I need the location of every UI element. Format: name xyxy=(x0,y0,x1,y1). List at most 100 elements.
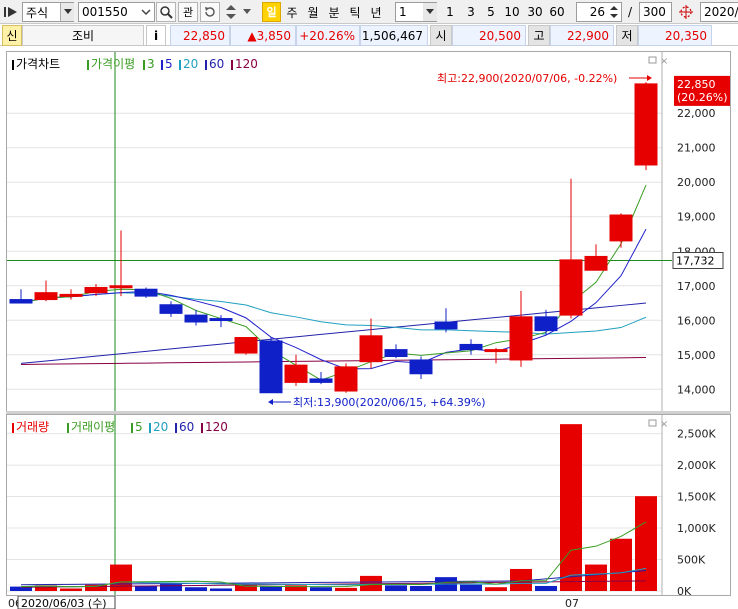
volume-tick-label: 2,000K xyxy=(677,459,716,472)
zoom-crosshair-icon[interactable] xyxy=(676,2,696,22)
refresh-icon xyxy=(205,7,215,17)
total-input[interactable]: 300 xyxy=(639,2,672,22)
volume-chart-panel[interactable]: 0K 500K 1,000K 1,500K 2,000K 2,500K 거래량 거래이평 5 20… xyxy=(6,414,731,596)
info-button[interactable]: i xyxy=(146,25,166,46)
volume-ma-legend-title: 거래이평 xyxy=(71,420,115,434)
candle-body xyxy=(109,285,133,289)
min-price-annotation: 최저:13,900(2020/06/15, +64.39%) xyxy=(293,396,486,409)
candle-body xyxy=(234,337,258,354)
interval-60-label: 60 xyxy=(549,5,565,19)
volume-bar xyxy=(160,584,182,591)
price-ma-legend-60: 60 xyxy=(209,57,224,71)
date-input[interactable]: 2020/0 xyxy=(700,2,738,22)
volume-bar xyxy=(185,587,207,591)
candle-body xyxy=(409,359,433,375)
price-ma-legend-5: 5 xyxy=(165,57,173,71)
period-week-button[interactable]: 주 xyxy=(283,2,301,22)
volume-bar xyxy=(85,584,107,591)
count-spinner-icon[interactable] xyxy=(607,3,621,21)
price-tick-label: 21,000 xyxy=(677,142,716,155)
legend-marker xyxy=(87,60,89,70)
max-arrow-head xyxy=(647,75,652,81)
period-day-label: 일 xyxy=(266,6,277,19)
panel-close-icon: × xyxy=(660,419,668,430)
legend-marker xyxy=(12,423,14,433)
legend-marker xyxy=(161,60,163,70)
date-input-value: 2020/0 xyxy=(704,5,738,19)
price-ma-legend-3: 3 xyxy=(147,57,155,71)
window-menu-icon[interactable] xyxy=(3,2,19,22)
candle-body xyxy=(134,288,158,297)
price-tick-label: 20,000 xyxy=(677,176,716,189)
unit-dropdown-arrow-icon[interactable] xyxy=(423,3,437,21)
min-arrow-head xyxy=(268,399,273,405)
interval-5-button[interactable]: 5 xyxy=(483,2,499,22)
volume-tick-label: 2,500K xyxy=(677,428,716,441)
volume-tick-label: 500K xyxy=(677,554,706,567)
price-ma-legend-120: 120 xyxy=(235,57,258,71)
total-input-value: 300 xyxy=(643,5,666,19)
volume-bar xyxy=(560,424,582,591)
date-axis: 06 072020/06/03 (수) xyxy=(8,596,579,609)
open-price: 20,500 xyxy=(452,25,526,46)
interval-10-button[interactable]: 10 xyxy=(502,2,522,22)
candle-body xyxy=(184,314,208,323)
candle-body xyxy=(634,83,658,166)
candle-body xyxy=(534,316,558,332)
period-tick-button[interactable]: 틱 xyxy=(346,2,364,22)
volume-bar xyxy=(310,587,332,591)
current-price-value: 22,850 xyxy=(183,28,225,43)
period-minute-button[interactable]: 분 xyxy=(325,2,343,22)
candle-body xyxy=(209,318,233,322)
updown-spinner-icon[interactable] xyxy=(222,2,240,22)
panel-close-icon: × xyxy=(660,56,668,67)
candle-body xyxy=(559,259,583,316)
market-dropdown-arrow-icon[interactable] xyxy=(60,3,74,21)
watchlist-button[interactable]: 관 xyxy=(178,2,198,22)
low-label: 저 xyxy=(616,25,638,46)
price-chart-panel[interactable]: 14,000 15,000 16,000 17,000 18,000 19,000 20,0… xyxy=(6,51,731,412)
volume-ma-legend-60: 60 xyxy=(179,420,194,434)
interval-30-button[interactable]: 30 xyxy=(525,2,545,22)
volume-tick-label: 0K xyxy=(677,585,692,595)
period-month-button[interactable]: 월 xyxy=(304,2,322,22)
period-day-button[interactable]: 일 xyxy=(262,2,281,22)
interval-5-label: 5 xyxy=(487,5,495,19)
link-button[interactable] xyxy=(200,2,220,22)
current-price: 22,850 xyxy=(170,25,230,46)
panel-minimize-icon xyxy=(648,56,657,64)
interval-3-button[interactable]: 3 xyxy=(463,2,479,22)
high-label: 고 xyxy=(528,25,550,46)
search-button[interactable] xyxy=(156,2,176,22)
price-chart[interactable]: 14,00015,00016,00017,00018,00019,00020,0… xyxy=(7,52,730,411)
trade-volume-value: 1,506,467 xyxy=(361,28,423,43)
candle-body xyxy=(434,321,458,330)
period-tick-label: 틱 xyxy=(349,5,361,20)
interval-10-label: 10 xyxy=(504,5,520,19)
interval-60-button[interactable]: 60 xyxy=(547,2,567,22)
high-price-value: 22,900 xyxy=(567,28,609,43)
legend-marker xyxy=(131,423,133,433)
price-change-value: ▲3,850 xyxy=(247,28,291,43)
candle-body xyxy=(584,255,608,271)
period-year-button[interactable]: 년 xyxy=(367,2,385,22)
volume-ma-legend-5: 5 xyxy=(135,420,143,434)
volume-chart[interactable]: 0K 500K 1,000K 1,500K 2,000K 2,500K 거래량 거래이평 5 20… xyxy=(7,415,730,595)
count-input-value: 26 xyxy=(589,5,605,19)
info-icon: i xyxy=(153,28,159,43)
price-ma-legend-20: 20 xyxy=(183,57,198,71)
volume-bar xyxy=(535,585,557,591)
open-price-value: 20,500 xyxy=(479,28,521,43)
code-dropdown-chevron-icon[interactable] xyxy=(138,2,154,22)
price-tick-label: 19,000 xyxy=(677,211,716,224)
interval-1-button[interactable]: 1 xyxy=(442,2,458,22)
credit-badge: 신 xyxy=(2,25,22,46)
interval-3-label: 3 xyxy=(467,5,475,19)
volume-bar xyxy=(410,585,432,591)
volume-ma-legend-120: 120 xyxy=(205,420,228,434)
price-ma-legend-title: 가격이평 xyxy=(91,57,135,71)
more-arrow-icon[interactable] xyxy=(240,2,254,22)
count-separator: / xyxy=(625,2,635,22)
volume-bar xyxy=(260,586,282,591)
candle-body xyxy=(284,364,308,383)
